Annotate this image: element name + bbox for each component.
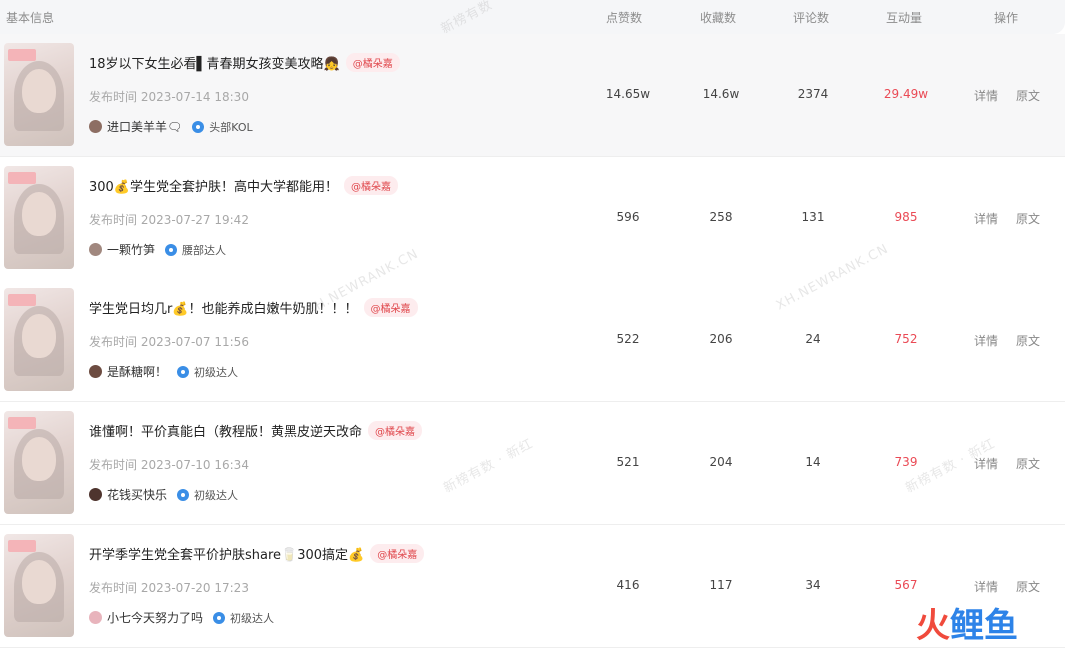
author-avatar[interactable]	[89, 365, 102, 378]
interactions-count: 29.49w	[883, 87, 929, 101]
likes-count: 522	[616, 332, 640, 346]
comments-count: 24	[805, 332, 821, 346]
header-operations: 操作	[994, 11, 1019, 25]
favorites-count: 204	[709, 455, 733, 469]
detail-link[interactable]: 详情	[974, 578, 998, 595]
level-icon	[192, 120, 205, 133]
table-row: 300💰学生党全套护肤！高中大学都能用！ @橘朵嘉 发布时间 2023-07-2…	[0, 157, 1065, 280]
author-line: 一颗竹笋 腰部达人	[89, 241, 226, 258]
likes-count: 521	[616, 455, 640, 469]
comments-count: 131	[801, 210, 825, 224]
header-interactions[interactable]: 互动量	[886, 9, 922, 26]
publish-time: 发布时间 2023-07-10 16:34	[89, 458, 249, 472]
comments-count: 2374	[797, 87, 829, 101]
post-title[interactable]: 300💰学生党全套护肤！高中大学都能用！	[89, 176, 338, 195]
detail-link[interactable]: 详情	[974, 87, 998, 104]
post-thumbnail[interactable]	[4, 43, 74, 146]
author-line: 进口美羊羊🗨 头部KOL	[89, 118, 253, 135]
post-title-line: 谁懂啊！平价真能白（教程版！黄黑皮逆天改命 @橘朵嘉	[89, 419, 423, 441]
post-title[interactable]: 18岁以下女生必看▌青春期女孩变美攻略👧	[89, 53, 340, 72]
author-level: 腰部达人	[165, 242, 226, 258]
logo-part-1: 火	[916, 606, 950, 646]
likes-count: 14.65w	[605, 87, 651, 101]
author-level: 初级达人	[177, 487, 238, 503]
level-icon	[177, 365, 190, 378]
table-row: 谁懂啊！平价真能白（教程版！黄黑皮逆天改命 @橘朵嘉 发布时间 2023-07-…	[0, 402, 1065, 525]
post-thumbnail[interactable]	[4, 411, 74, 514]
author-avatar[interactable]	[89, 611, 102, 624]
author-level-label: 腰部达人	[182, 243, 227, 257]
author-level-label: 初级达人	[194, 488, 239, 502]
level-icon	[213, 611, 226, 624]
header-basic-info: 基本信息	[6, 11, 55, 25]
author-name[interactable]: 进口美羊羊🗨	[107, 118, 182, 135]
likes-count: 416	[616, 578, 640, 592]
post-thumbnail[interactable]	[4, 166, 74, 269]
comments-count: 14	[805, 455, 821, 469]
author-avatar[interactable]	[89, 488, 102, 501]
original-link[interactable]: 原文	[1016, 332, 1040, 349]
table-row: 18岁以下女生必看▌青春期女孩变美攻略👧 @橘朵嘉 发布时间 2023-07-1…	[0, 34, 1065, 157]
author-avatar[interactable]	[89, 120, 102, 133]
header-likes[interactable]: 点赞数	[606, 9, 642, 26]
author-level: 初级达人	[213, 610, 274, 626]
publish-time: 发布时间 2023-07-20 17:23	[89, 581, 249, 595]
post-title-line: 18岁以下女生必看▌青春期女孩变美攻略👧 @橘朵嘉	[89, 51, 400, 73]
detail-link[interactable]: 详情	[974, 210, 998, 227]
interactions-count: 985	[894, 210, 918, 224]
logo-part-2: 鲤鱼	[950, 606, 1018, 646]
detail-link[interactable]: 详情	[974, 332, 998, 349]
original-link[interactable]: 原文	[1016, 210, 1040, 227]
interactions-count: 567	[894, 578, 918, 592]
author-level-label: 初级达人	[194, 365, 239, 379]
author-avatar[interactable]	[89, 243, 102, 256]
interactions-count: 752	[894, 332, 918, 346]
header-favorites[interactable]: 收藏数	[700, 9, 736, 26]
favorites-count: 14.6w	[702, 87, 740, 101]
favorites-count: 258	[709, 210, 733, 224]
post-title[interactable]: 谁懂啊！平价真能白（教程版！黄黑皮逆天改命	[89, 421, 362, 440]
header-comments[interactable]: 评论数	[793, 9, 829, 26]
author-level: 头部KOL	[192, 119, 253, 135]
author-name[interactable]: 花钱买快乐	[107, 486, 167, 503]
author-line: 是酥糖啊！ 初级达人	[89, 363, 238, 380]
author-name[interactable]: 一颗竹笋	[107, 241, 155, 258]
original-link[interactable]: 原文	[1016, 87, 1040, 104]
publish-time: 发布时间 2023-07-27 19:42	[89, 213, 249, 227]
favorites-count: 117	[709, 578, 733, 592]
post-title-line: 学生党日均几r💰！也能养成白嫩牛奶肌！！！ @橘朵嘉	[89, 296, 418, 318]
post-title[interactable]: 开学季学生党全套平价护肤share🥛300搞定💰	[89, 544, 364, 563]
post-title-line: 300💰学生党全套护肤！高中大学都能用！ @橘朵嘉	[89, 174, 398, 196]
post-thumbnail[interactable]	[4, 288, 74, 391]
level-icon	[177, 488, 190, 501]
brand-mention-badge: @橘朵嘉	[344, 175, 398, 195]
likes-count: 596	[616, 210, 640, 224]
comments-count: 34	[805, 578, 821, 592]
site-logo: 火鲤鱼	[916, 598, 1018, 647]
publish-time: 发布时间 2023-07-14 18:30	[89, 90, 249, 104]
publish-time: 发布时间 2023-07-07 11:56	[89, 335, 249, 349]
author-name[interactable]: 是酥糖啊！	[107, 363, 167, 380]
table-header: 基本信息 点赞数 收藏数 评论数 互动量 操作	[0, 0, 1065, 34]
author-line: 花钱买快乐 初级达人	[89, 486, 238, 503]
brand-mention-badge: @橘朵嘉	[370, 543, 425, 563]
table-row: 学生党日均几r💰！也能养成白嫩牛奶肌！！！ @橘朵嘉 发布时间 2023-07-…	[0, 279, 1065, 402]
original-link[interactable]: 原文	[1016, 578, 1040, 595]
brand-mention-badge: @橘朵嘉	[368, 420, 423, 440]
author-line: 小七今天努力了吗 初级达人	[89, 609, 274, 626]
author-name[interactable]: 小七今天努力了吗	[107, 609, 203, 626]
author-level-label: 初级达人	[230, 611, 275, 625]
post-thumbnail[interactable]	[4, 534, 74, 637]
level-icon	[165, 243, 178, 256]
original-link[interactable]: 原文	[1016, 455, 1040, 472]
author-level-label: 头部KOL	[209, 120, 253, 134]
brand-mention-badge: @橘朵嘉	[363, 297, 418, 317]
brand-mention-badge: @橘朵嘉	[345, 52, 400, 72]
favorites-count: 206	[709, 332, 733, 346]
author-level: 初级达人	[177, 364, 238, 380]
post-title-line: 开学季学生党全套平价护肤share🥛300搞定💰 @橘朵嘉	[89, 542, 425, 564]
table-row: 开学季学生党全套平价护肤share🥛300搞定💰 @橘朵嘉 发布时间 2023-…	[0, 525, 1065, 648]
